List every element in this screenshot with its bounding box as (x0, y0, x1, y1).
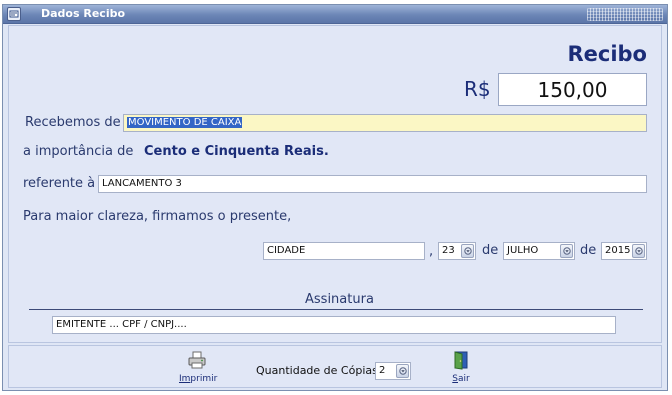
received-from-value: MOVIMENTO DE CAIXA (127, 117, 243, 128)
currency-symbol: R$ (464, 77, 491, 101)
clarity-text: Para maior clareza, firmamos o presente, (23, 209, 292, 224)
signature-line (29, 309, 643, 310)
signature-title: Assinatura (305, 292, 374, 307)
month-select[interactable]: JULHO (503, 242, 575, 260)
window-title: Dados Recibo (41, 7, 126, 20)
received-from-field[interactable]: MOVIMENTO DE CAIXA (123, 114, 647, 132)
footer-toolbar: Imprimir Quantidade de Cópias 2 Sair (8, 345, 662, 388)
date-comma: , (429, 244, 434, 259)
receipt-panel: Recibo R$ 150,00 Recebemos de MOVIMENTO … (8, 25, 662, 343)
exit-door-icon (454, 351, 468, 370)
issuer-field[interactable]: EMITENTE ... CPF / CNPJ.... (52, 316, 616, 334)
copies-label: Quantidade de Cópias (256, 364, 378, 377)
spin-icon (635, 247, 643, 255)
exit-label: Sair (452, 374, 470, 384)
year-dropdown-button[interactable] (632, 244, 645, 258)
day-dropdown-button[interactable] (461, 244, 474, 258)
referring-field[interactable]: LANCAMENTO 3 (98, 175, 647, 193)
year-select[interactable]: 2015 (601, 242, 647, 260)
amount-field[interactable]: 150,00 (498, 73, 647, 106)
print-button[interactable]: Imprimir (179, 350, 218, 384)
receipt-heading: Recibo (567, 42, 647, 66)
title-grip (587, 8, 663, 21)
amount-in-words: Cento e Cinquenta Reais. (144, 144, 329, 159)
spin-icon (399, 367, 407, 375)
copies-select[interactable]: 2 (375, 362, 411, 380)
print-label: Imprimir (179, 374, 218, 384)
day-select[interactable]: 23 (438, 242, 476, 260)
day-value: 23 (442, 245, 455, 256)
month-dropdown-button[interactable] (560, 244, 573, 258)
spin-icon (464, 247, 472, 255)
printer-icon (188, 351, 206, 369)
received-from-label: Recebemos de (25, 115, 121, 130)
importance-label: a importância de (23, 144, 134, 159)
date-de-1: de (482, 243, 499, 258)
spin-icon (563, 247, 571, 255)
receipt-window: Dados Recibo Recibo R$ 150,00 Recebemos … (2, 4, 668, 391)
app-icon (7, 7, 21, 21)
exit-button[interactable]: Sair (446, 350, 476, 384)
date-de-2: de (580, 243, 597, 258)
city-field[interactable]: CIDADE (263, 242, 425, 260)
referring-label: referente à (23, 176, 96, 191)
month-value: JULHO (507, 245, 539, 256)
title-bar[interactable]: Dados Recibo (3, 5, 667, 24)
year-value: 2015 (605, 245, 631, 256)
copies-value: 2 (379, 365, 386, 376)
copies-dropdown-button[interactable] (396, 364, 409, 378)
